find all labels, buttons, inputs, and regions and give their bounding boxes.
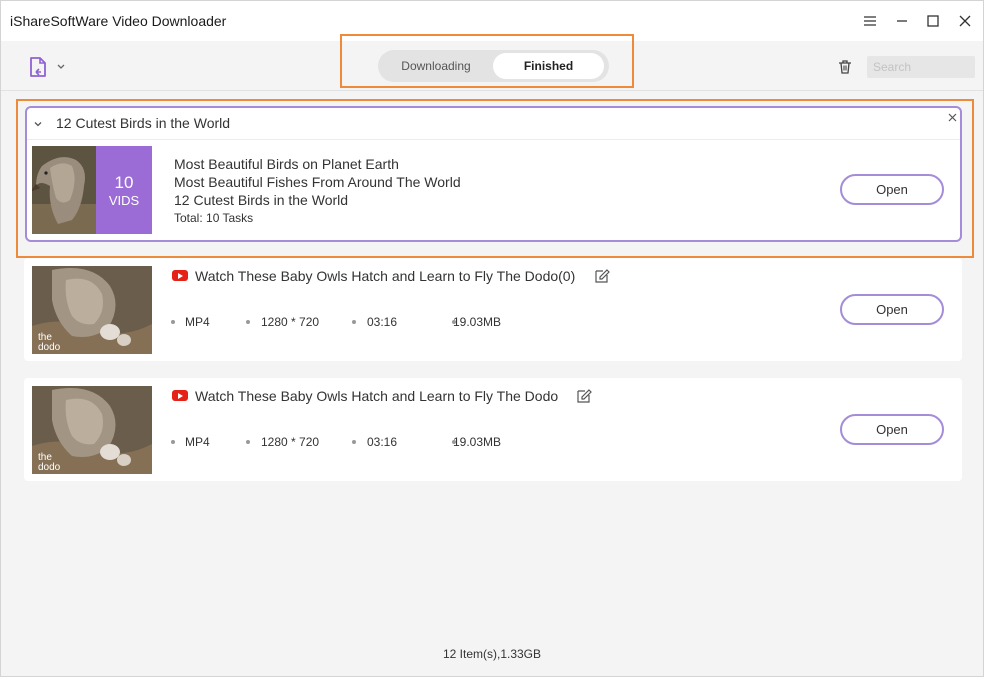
playlist-header: 12 Cutest Birds in the World: [27, 108, 960, 140]
trash-icon[interactable]: [834, 56, 856, 78]
playlist-item: Most Beautiful Fishes From Around The Wo…: [174, 174, 461, 190]
bullet: [352, 440, 356, 444]
video-thumbnail: the dodo: [32, 386, 152, 474]
video-format: MP4: [185, 315, 210, 329]
video-duration: 03:16: [367, 315, 398, 329]
youtube-icon: [172, 270, 188, 281]
video-row: the dodo Watch These Baby Owls Hatch and…: [24, 258, 962, 361]
bullet: [352, 320, 356, 324]
youtube-icon: [172, 390, 188, 401]
svg-text:dodo: dodo: [38, 462, 61, 473]
search-input[interactable]: [867, 56, 975, 78]
vids-label: VIDS: [108, 192, 140, 208]
bullet: [171, 440, 175, 444]
status-bar: 12 Item(s),1.33GB: [442, 647, 542, 661]
tab-switcher: Downloading Finished: [378, 50, 609, 82]
owl-image: the dodo: [32, 386, 152, 474]
video-duration: 03:16: [367, 435, 398, 449]
toolbar: Downloading Finished: [1, 34, 983, 91]
open-button[interactable]: Open: [840, 294, 944, 325]
minimize-icon[interactable]: [890, 9, 914, 33]
video-size: 19.03MB: [453, 315, 502, 329]
video-thumbnail: the dodo: [32, 266, 152, 354]
bird-image: [32, 146, 96, 234]
bullet: [246, 320, 250, 324]
open-button[interactable]: Open: [840, 174, 944, 205]
edit-icon[interactable]: [594, 268, 610, 284]
playlist-thumbnail: 10 VIDS: [32, 146, 152, 234]
playlist-item: 12 Cutest Birds in the World: [174, 192, 349, 208]
paste-url-icon: [30, 57, 46, 77]
vids-count-badge: 10 VIDS: [96, 146, 152, 234]
open-button[interactable]: Open: [840, 414, 944, 445]
menu-icon[interactable]: [858, 9, 882, 33]
video-resolution: 1280 * 720: [261, 315, 320, 329]
video-format: MP4: [185, 435, 210, 449]
playlist-item: Most Beautiful Birds on Planet Earth: [174, 156, 399, 172]
paste-url-button[interactable]: [28, 54, 74, 80]
playlist-title: 12 Cutest Birds in the World: [56, 115, 231, 131]
playlist-total: Total: 10 Tasks: [174, 211, 254, 225]
video-title: Watch These Baby Owls Hatch and Learn to…: [195, 388, 559, 404]
chevron-down-icon[interactable]: [56, 63, 66, 71]
close-icon[interactable]: [945, 110, 959, 124]
video-resolution: 1280 * 720: [261, 435, 320, 449]
svg-text:dodo: dodo: [38, 342, 61, 353]
tab-finished[interactable]: Finished: [493, 53, 604, 79]
edit-icon[interactable]: [576, 388, 592, 404]
tab-downloading[interactable]: Downloading: [382, 53, 490, 79]
video-row: the dodo Watch These Baby Owls Hatch and…: [24, 378, 962, 481]
owl-image: the dodo: [32, 266, 152, 354]
playlist-group: 12 Cutest Birds in the World 10 VIDS Mos…: [25, 106, 962, 242]
maximize-icon[interactable]: [921, 9, 945, 33]
app-title: iShareSoftWare Video Downloader: [10, 13, 227, 29]
video-size: 19.03MB: [453, 435, 502, 449]
collapse-chevron-icon[interactable]: [32, 118, 44, 130]
close-icon[interactable]: [953, 9, 977, 33]
bullet: [246, 440, 250, 444]
vids-count: 10: [114, 172, 134, 192]
bullet: [171, 320, 175, 324]
video-title: Watch These Baby Owls Hatch and Learn to…: [195, 268, 576, 284]
